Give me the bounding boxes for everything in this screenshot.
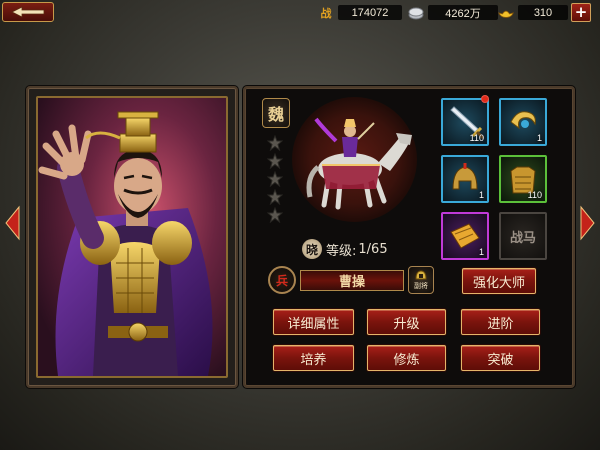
- power-display: 战 174072: [318, 4, 402, 21]
- equip-slot-mount[interactable]: 战马: [499, 212, 547, 260]
- star-icon: [266, 188, 284, 206]
- faction-badge: 魏: [262, 98, 290, 128]
- star-icon: [266, 134, 284, 152]
- deputy-general-label: 副将: [414, 282, 428, 290]
- deputy-general-button[interactable]: 副将: [408, 266, 434, 294]
- cultivate-button[interactable]: 修炼: [367, 345, 446, 371]
- star-icon: [266, 152, 284, 170]
- add-currency-button[interactable]: +: [571, 3, 591, 22]
- star-icon: [266, 206, 284, 224]
- power-icon: 战: [320, 6, 332, 20]
- details-button[interactable]: 详细属性: [273, 309, 354, 335]
- back-button[interactable]: [2, 2, 54, 22]
- level-row: 晓 等级: 1/65: [302, 238, 388, 260]
- hero-portrait-art: [38, 98, 226, 376]
- rank-badge: 晓: [302, 239, 322, 259]
- equip-slot-armor[interactable]: 110: [499, 155, 547, 203]
- helmet-icon: [415, 270, 427, 280]
- soldier-type-icon: 兵: [268, 266, 296, 294]
- hero-portrait[interactable]: [36, 96, 228, 378]
- item-count: 1: [478, 247, 484, 257]
- upgrade-button[interactable]: 升级: [367, 309, 446, 335]
- mount-slot-label: 战马: [509, 230, 536, 246]
- train-button[interactable]: 培养: [273, 345, 354, 371]
- silver-value: 4262万: [428, 5, 498, 20]
- hero-name: 曹操: [300, 270, 404, 291]
- level-label: 等级:: [326, 243, 357, 259]
- breakthrough-button[interactable]: 突破: [461, 345, 540, 371]
- arrow-right-icon: [580, 205, 595, 241]
- silver-display: 4262万: [408, 4, 498, 21]
- item-count: 110: [527, 190, 542, 200]
- silver-coin-icon: [408, 5, 424, 21]
- advance-button[interactable]: 进阶: [461, 309, 540, 335]
- star-icon: [266, 170, 284, 188]
- gold-value: 310: [518, 5, 568, 20]
- equip-slot-weapon[interactable]: 110: [441, 98, 489, 146]
- hero-portrait-panel: [26, 86, 238, 388]
- enhance-master-button[interactable]: 强化大师: [462, 268, 536, 294]
- arrow-left-icon: [5, 205, 20, 241]
- next-hero-button[interactable]: [580, 205, 596, 241]
- level-value: 1/65: [358, 241, 388, 257]
- equip-slot-helmet[interactable]: 1: [441, 155, 489, 203]
- item-count: 110: [469, 133, 484, 143]
- item-count: 1: [536, 133, 542, 143]
- power-value: 174072: [338, 5, 402, 20]
- top-bar: 战 174072 4262万 310 +: [0, 0, 600, 26]
- equip-slot-book[interactable]: 1: [441, 212, 489, 260]
- notification-dot: [481, 95, 489, 103]
- item-count: 1: [478, 190, 484, 200]
- gold-ingot-icon: [498, 5, 514, 21]
- gold-display: 310: [498, 4, 568, 21]
- horse-rider-icon: [306, 117, 412, 210]
- prev-hero-button[interactable]: [4, 205, 20, 241]
- back-arrow-icon: [11, 6, 45, 18]
- equip-slot-accessory[interactable]: 1: [499, 98, 547, 146]
- hero-mount-display[interactable]: [292, 97, 417, 222]
